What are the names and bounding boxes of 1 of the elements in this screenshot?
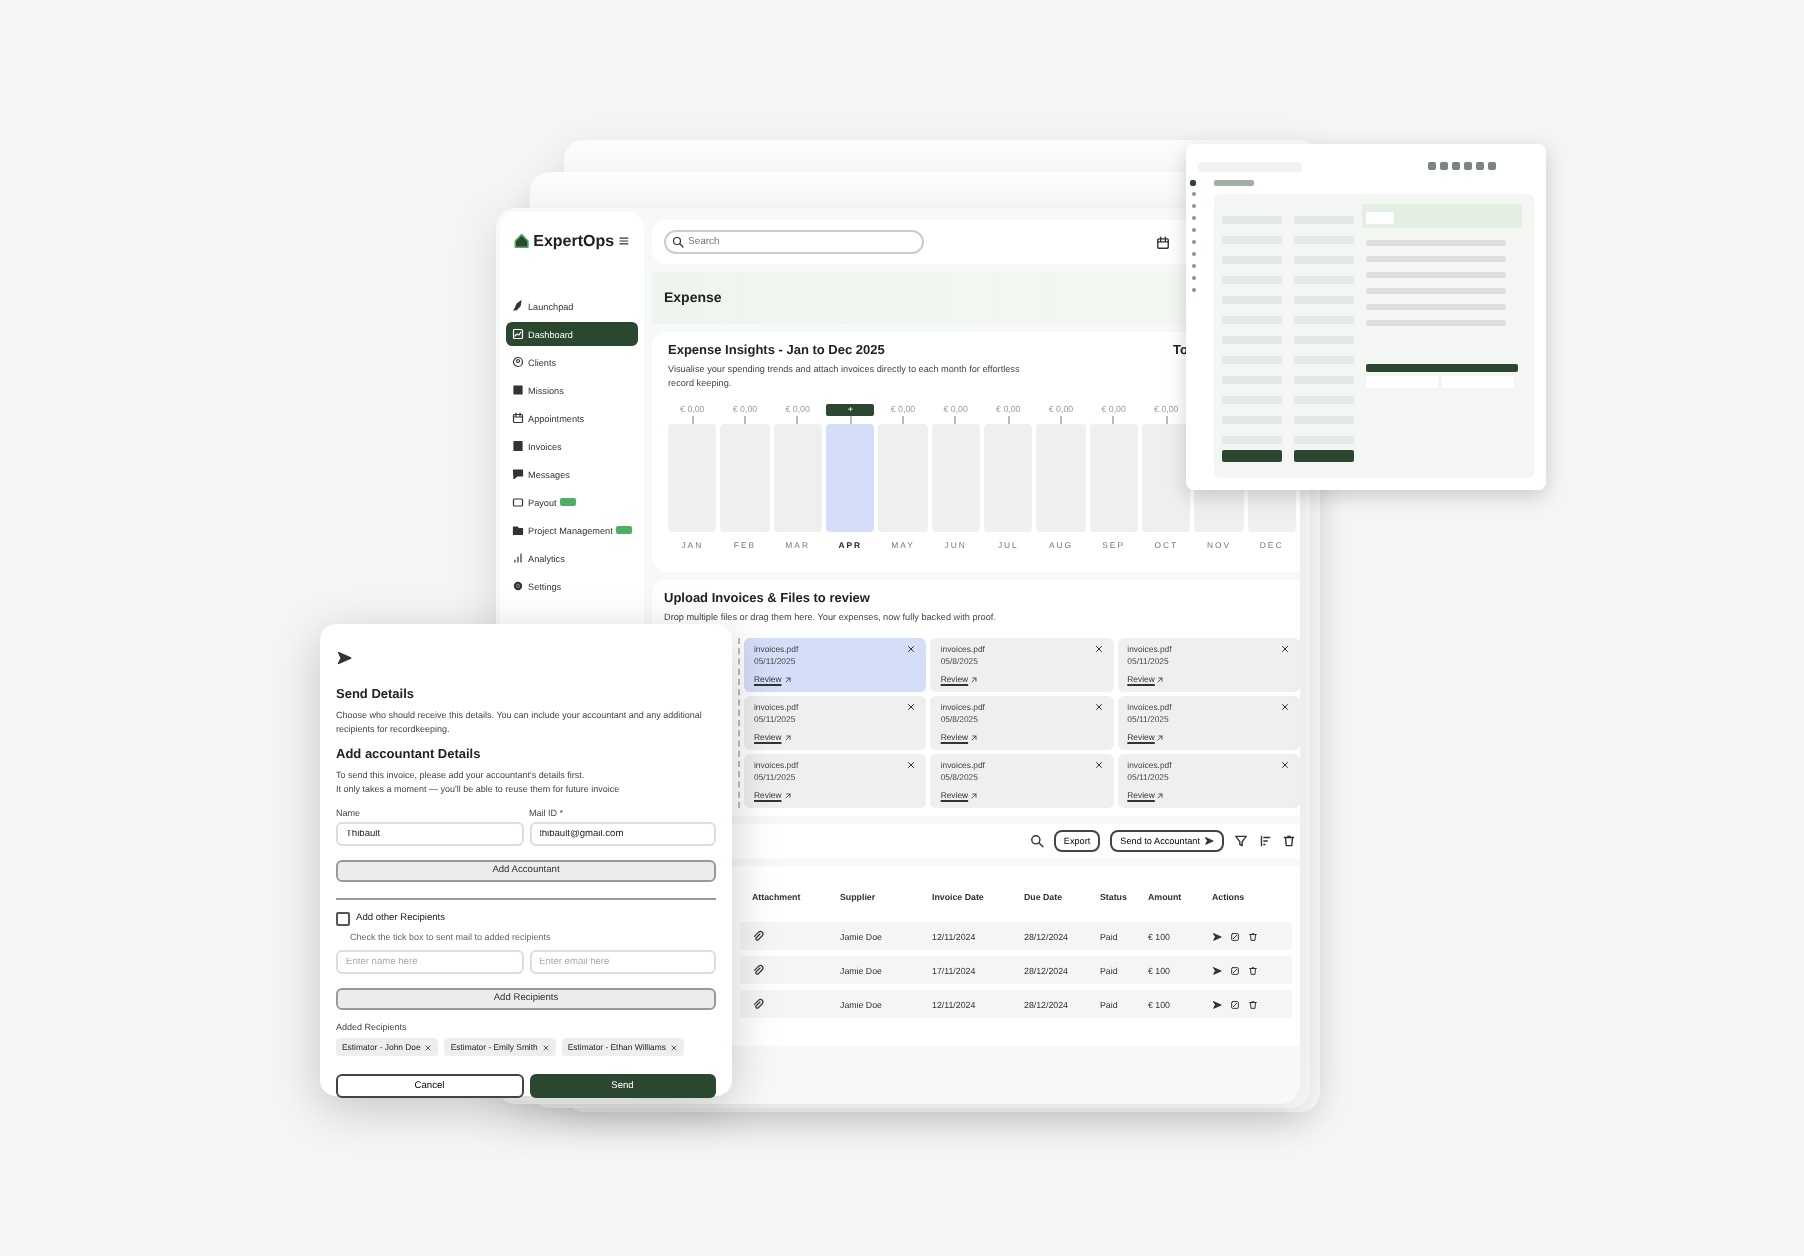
app-logo: ExpertOps bbox=[533, 232, 615, 250]
